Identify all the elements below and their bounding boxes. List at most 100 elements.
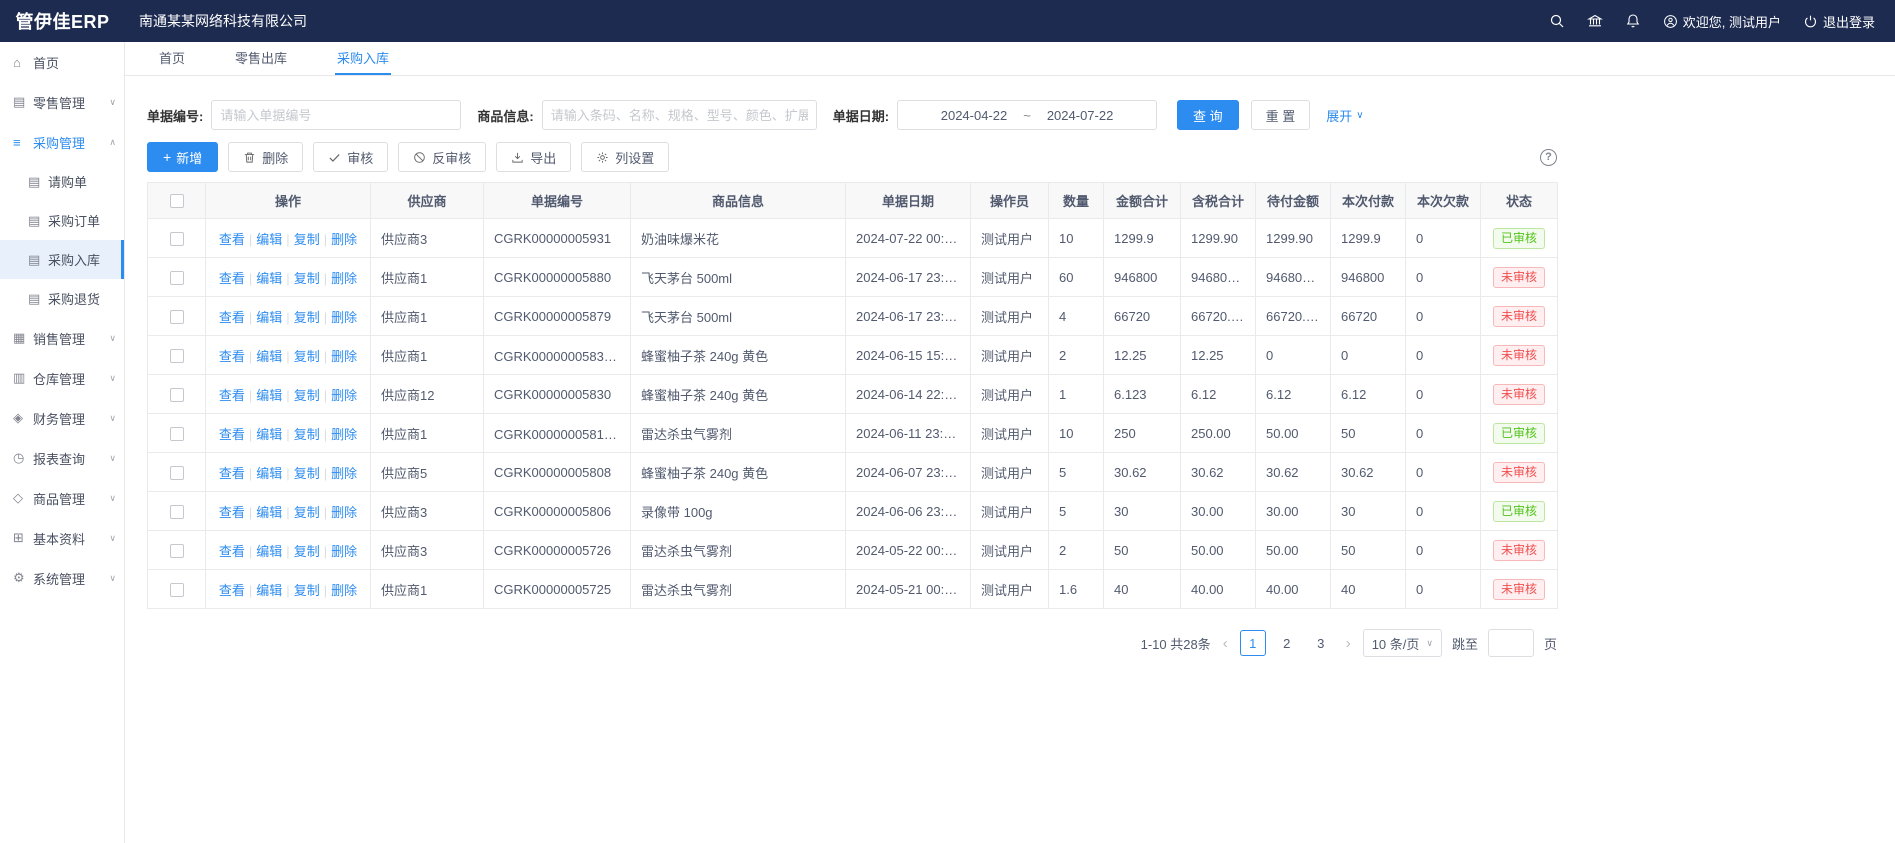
cell-bill_no: CGRK00000005830 — [484, 375, 631, 414]
search-button[interactable]: 查 询 — [1177, 100, 1239, 130]
row-delete-link[interactable]: 删除 — [331, 427, 357, 442]
sidebar-item-purchase-return[interactable]: ▤采购退货 — [0, 279, 124, 318]
sidebar-item-purchase-request[interactable]: ▤请购单 — [0, 162, 124, 201]
row-copy-link[interactable]: 复制 — [294, 466, 320, 481]
row-view-link[interactable]: 查看 — [219, 427, 245, 442]
row-checkbox[interactable] — [170, 544, 184, 558]
sidebar-item-basic-data[interactable]: ⊞基本资料∨ — [0, 518, 124, 558]
row-checkbox[interactable] — [170, 583, 184, 597]
row-checkbox[interactable] — [170, 427, 184, 441]
tab-purchase-inbound[interactable]: 采购入库 — [335, 42, 391, 75]
row-delete-link[interactable]: 删除 — [331, 466, 357, 481]
sidebar-item-home[interactable]: ⌂首页 — [0, 42, 124, 82]
sidebar-item-retail-management[interactable]: ▤零售管理∨ — [0, 82, 124, 122]
bank-icon[interactable] — [1587, 13, 1603, 29]
row-checkbox[interactable] — [170, 388, 184, 402]
row-delete-link[interactable]: 删除 — [331, 505, 357, 520]
row-checkbox[interactable] — [170, 232, 184, 246]
audit-button[interactable]: 审核 — [313, 142, 388, 172]
page-2-button[interactable]: 2 — [1274, 630, 1300, 656]
sidebar-item-sales-management[interactable]: ▦销售管理∨ — [0, 318, 124, 358]
jump-page-input[interactable] — [1488, 629, 1534, 657]
add-button[interactable]: + 新增 — [147, 142, 218, 172]
sidebar-item-finance-management[interactable]: ◈财务管理∨ — [0, 398, 124, 438]
bill-no-input[interactable] — [211, 100, 461, 130]
delete-button[interactable]: 删除 — [228, 142, 303, 172]
row-checkbox[interactable] — [170, 310, 184, 324]
row-delete-link[interactable]: 删除 — [331, 544, 357, 559]
sidebar-item-purchase-management[interactable]: ≡采购管理∧ — [0, 122, 124, 162]
row-copy-link[interactable]: 复制 — [294, 271, 320, 286]
sidebar-item-goods-management[interactable]: ◇商品管理∨ — [0, 478, 124, 518]
row-copy-link[interactable]: 复制 — [294, 583, 320, 598]
row-delete-link[interactable]: 删除 — [331, 232, 357, 247]
row-delete-link[interactable]: 删除 — [331, 271, 357, 286]
row-view-link[interactable]: 查看 — [219, 310, 245, 325]
date-to-value[interactable]: 2024-07-22 — [1047, 108, 1114, 123]
tab-home[interactable]: 首页 — [157, 42, 187, 75]
next-page-button[interactable]: › — [1344, 635, 1353, 652]
row-edit-link[interactable]: 编辑 — [256, 232, 282, 247]
row-edit-link[interactable]: 编辑 — [256, 388, 282, 403]
main-panel: 首页零售出库采购入库 单据编号: 商品信息: 单据日期: 2024-04-22 … — [125, 42, 1895, 843]
row-copy-link[interactable]: 复制 — [294, 310, 320, 325]
row-checkbox[interactable] — [170, 349, 184, 363]
row-copy-link[interactable]: 复制 — [294, 505, 320, 520]
page-1-button[interactable]: 1 — [1240, 630, 1266, 656]
column-settings-button[interactable]: 列设置 — [581, 142, 669, 172]
row-edit-link[interactable]: 编辑 — [256, 466, 282, 481]
sidebar-item-purchase-inbound[interactable]: ▤采购入库 — [0, 240, 124, 279]
tab-retail-outbound[interactable]: 零售出库 — [233, 42, 289, 75]
cell-payable: 30.00 — [1256, 492, 1331, 531]
row-edit-link[interactable]: 编辑 — [256, 583, 282, 598]
logout-button[interactable]: 退出登录 — [1803, 12, 1875, 31]
sidebar-item-system-management[interactable]: ⚙系统管理∨ — [0, 558, 124, 598]
row-delete-link[interactable]: 删除 — [331, 583, 357, 598]
row-edit-link[interactable]: 编辑 — [256, 544, 282, 559]
row-copy-link[interactable]: 复制 — [294, 427, 320, 442]
row-view-link[interactable]: 查看 — [219, 349, 245, 364]
help-icon[interactable]: ? — [1540, 149, 1557, 166]
row-checkbox[interactable] — [170, 271, 184, 285]
row-copy-link[interactable]: 复制 — [294, 232, 320, 247]
row-checkbox[interactable] — [170, 505, 184, 519]
prev-page-button[interactable]: ‹ — [1221, 635, 1230, 652]
select-all-checkbox[interactable] — [170, 194, 184, 208]
sidebar-item-purchase-order[interactable]: ▤采购订单 — [0, 201, 124, 240]
product-info-input[interactable] — [542, 100, 817, 130]
search-icon[interactable] — [1549, 13, 1565, 29]
row-edit-link[interactable]: 编辑 — [256, 349, 282, 364]
row-checkbox[interactable] — [170, 466, 184, 480]
row-view-link[interactable]: 查看 — [219, 544, 245, 559]
sidebar-item-warehouse-management[interactable]: ▥仓库管理∨ — [0, 358, 124, 398]
cell-qty: 2 — [1049, 336, 1104, 375]
row-view-link[interactable]: 查看 — [219, 466, 245, 481]
row-edit-link[interactable]: 编辑 — [256, 505, 282, 520]
row-view-link[interactable]: 查看 — [219, 583, 245, 598]
export-button[interactable]: 导出 — [496, 142, 571, 172]
row-copy-link[interactable]: 复制 — [294, 349, 320, 364]
row-view-link[interactable]: 查看 — [219, 271, 245, 286]
unaudit-button[interactable]: 反审核 — [398, 142, 486, 172]
row-edit-link[interactable]: 编辑 — [256, 271, 282, 286]
page-3-button[interactable]: 3 — [1308, 630, 1334, 656]
reset-button[interactable]: 重 置 — [1251, 100, 1311, 130]
row-delete-link[interactable]: 删除 — [331, 349, 357, 364]
row-delete-link[interactable]: 删除 — [331, 388, 357, 403]
date-from-value[interactable]: 2024-04-22 — [941, 108, 1008, 123]
table-row: 查看|编辑|复制|删除供应商1CGRK00000005816[订]雷达杀虫气雾剂… — [148, 414, 1558, 453]
welcome-user[interactable]: 欢迎您, 测试用户 — [1663, 12, 1781, 31]
row-delete-link[interactable]: 删除 — [331, 310, 357, 325]
row-view-link[interactable]: 查看 — [219, 505, 245, 520]
row-edit-link[interactable]: 编辑 — [256, 310, 282, 325]
row-view-link[interactable]: 查看 — [219, 388, 245, 403]
expand-link[interactable]: 展开 ∨ — [1326, 106, 1363, 125]
row-copy-link[interactable]: 复制 — [294, 388, 320, 403]
page-size-select[interactable]: 10 条/页 ∨ — [1363, 629, 1442, 657]
date-range-picker[interactable]: 2024-04-22 ~ 2024-07-22 — [897, 100, 1157, 130]
row-edit-link[interactable]: 编辑 — [256, 427, 282, 442]
row-view-link[interactable]: 查看 — [219, 232, 245, 247]
bell-icon[interactable] — [1625, 13, 1641, 29]
sidebar-item-report-query[interactable]: ◷报表查询∨ — [0, 438, 124, 478]
row-copy-link[interactable]: 复制 — [294, 544, 320, 559]
